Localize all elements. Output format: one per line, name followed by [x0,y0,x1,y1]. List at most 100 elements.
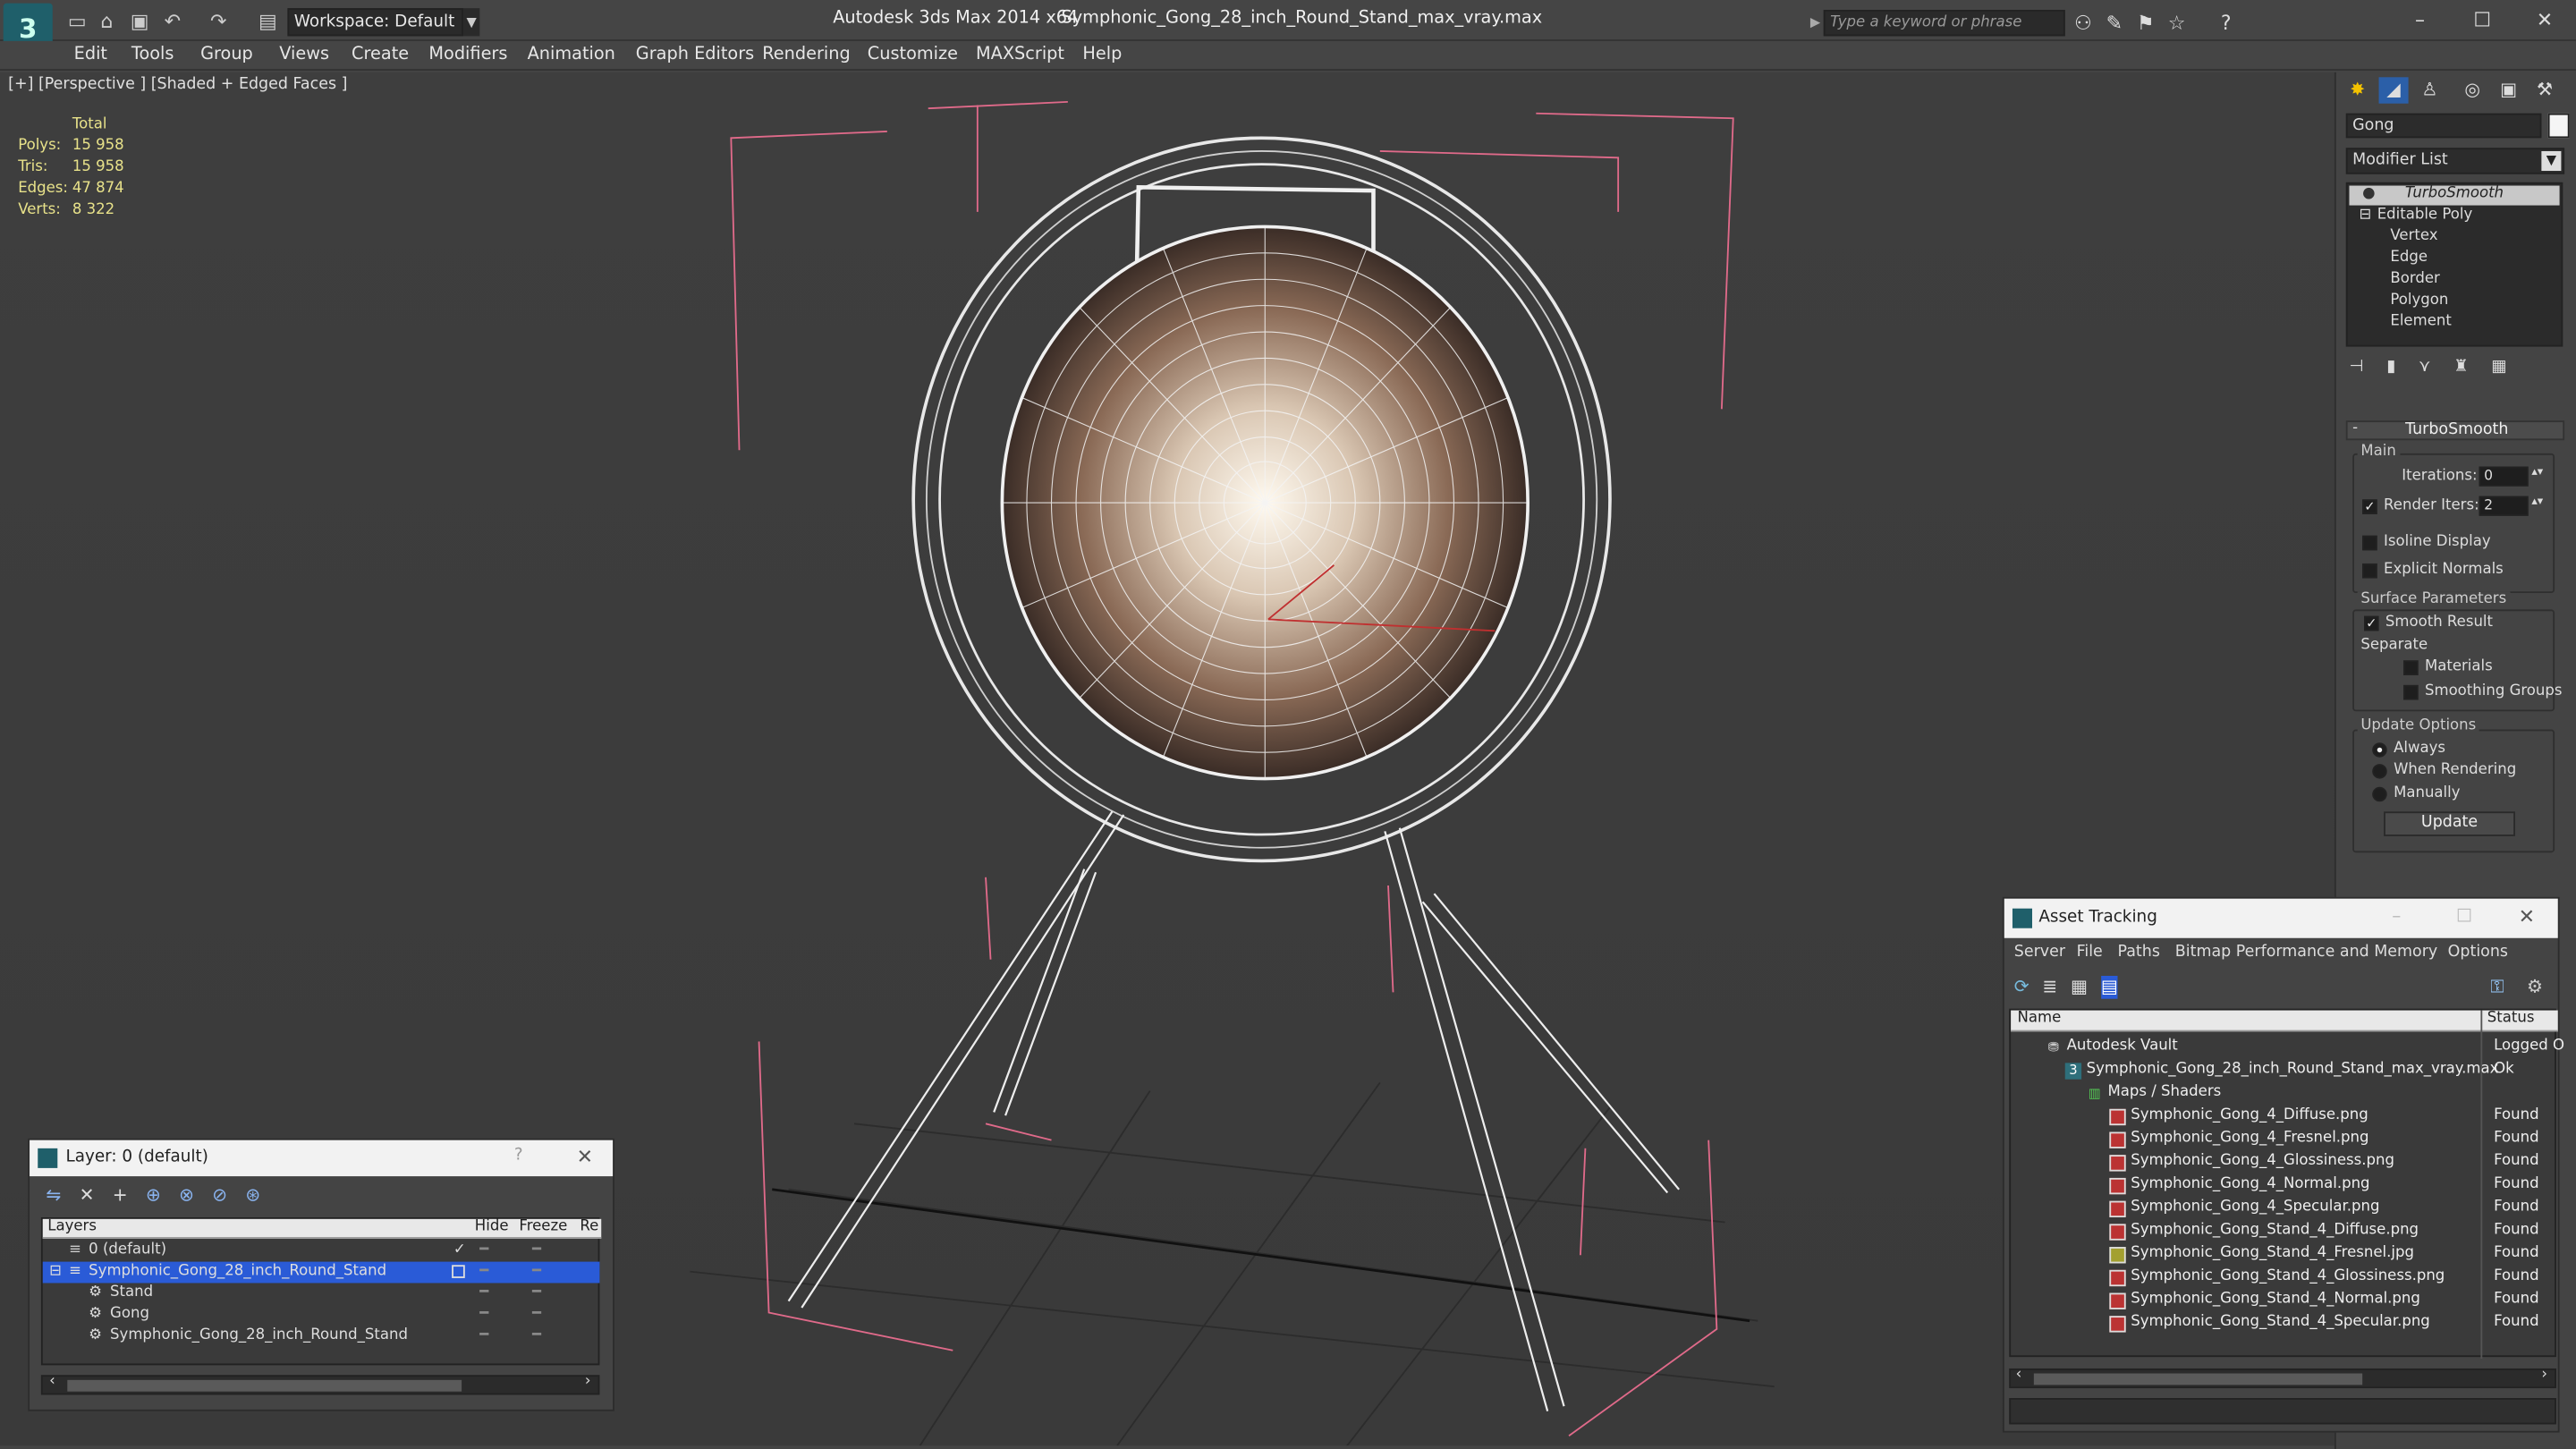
scrollbar-thumb[interactable] [2033,1373,2363,1385]
asset-row[interactable]: Symphonic_Gong_4_Specular.png Found [2019,1198,2561,1221]
spinner-arrows-icon[interactable]: ▴▾ [2531,465,2543,479]
project-folder-icon[interactable]: ▤ [257,10,280,33]
display-tab-icon[interactable]: ▣ [2494,77,2523,103]
stack-item-turbosmooth[interactable]: TurboSmooth [2405,186,2504,202]
remove-modifier-icon[interactable]: ♜ [2453,358,2468,381]
asset-row[interactable]: Symphonic_Gong_4_Diffuse.png Found [2019,1106,2561,1129]
redo-icon[interactable]: ↷ [207,10,230,33]
asset-row[interactable]: 3 Symphonic_Gong_28_inch_Round_Stand_max_… [2019,1060,2561,1083]
scroll-right-icon[interactable]: › [585,1373,591,1389]
freeze-toggle[interactable]: ━ [532,1283,541,1304]
motion-tab-icon[interactable]: ◎ [2458,77,2487,103]
new-file-icon[interactable]: ▭ [65,10,89,33]
hide-toggle[interactable]: ━ [479,1262,488,1284]
table-view-icon[interactable]: ▤ [2100,975,2118,999]
grid-view-icon[interactable]: ▦ [2071,976,2088,999]
pin-stack-icon[interactable]: ⊣ [2349,358,2363,381]
asset-path-field[interactable] [2009,1398,2556,1425]
column-name[interactable]: Name [2017,1011,2061,1027]
asset-tracking-title[interactable]: Asset Tracking [2004,898,2558,938]
current-layer-check-icon[interactable]: ✓ [453,1241,466,1262]
menu-tools[interactable]: Tools [131,45,174,64]
scroll-right-icon[interactable]: › [2541,1367,2547,1383]
undo-icon[interactable]: ↶ [161,10,184,33]
modifier-stack[interactable]: ● TurboSmooth ⊟ Editable Poly Vertex Edg… [2345,182,2563,347]
stack-item-polygon[interactable]: Polygon [2390,292,2448,309]
chevron-down-icon[interactable]: ▼ [2541,150,2562,172]
highlight-selected-icon[interactable]: ⊗ [179,1184,194,1208]
layer-row-selected[interactable]: ⊟ ≡ Symphonic_Gong_28_inch_Round_Stand ━… [42,1261,600,1284]
make-unique-icon[interactable]: ⋎ [2419,358,2430,381]
play-icon[interactable]: ▶ [1807,10,1823,36]
help-icon[interactable]: ? [2215,12,2238,35]
modify-tab-icon[interactable]: ◢ [2378,77,2409,104]
lightbulb-icon[interactable]: ● [2362,186,2375,202]
menu-bitmap-performance[interactable]: Bitmap Performance and Memory [2175,943,2437,961]
scroll-left-icon[interactable]: ‹ [49,1373,55,1389]
turbosmooth-rollout-header[interactable]: - TurboSmooth [2345,420,2565,441]
close-icon[interactable]: ✕ [577,1145,593,1168]
freeze-toggle[interactable]: ━ [532,1262,541,1284]
manually-radio[interactable] [2372,786,2387,802]
column-freeze[interactable]: Freeze [519,1219,567,1235]
favorites-star-icon[interactable]: ☆ [2165,12,2189,35]
add-to-layer-icon[interactable]: + [113,1184,128,1208]
hide-toggle[interactable]: ━ [479,1304,488,1326]
close-icon[interactable]: ✕ [2529,6,2562,32]
horizontal-scrollbar[interactable]: ‹ › [40,1373,600,1395]
column-status[interactable]: Status [2487,1011,2535,1027]
chevron-down-icon[interactable]: ▼ [462,8,480,37]
hide-toggle[interactable]: ━ [479,1241,488,1262]
menu-modifiers[interactable]: Modifiers [428,45,507,64]
column-render[interactable]: Re [580,1219,598,1235]
menu-animation[interactable]: Animation [528,45,615,64]
menu-graph-editors[interactable]: Graph Editors [636,45,754,64]
isoline-display-checkbox[interactable] [2362,535,2377,551]
asset-row[interactable]: Symphonic_Gong_Stand_4_Diffuse.png Found [2019,1221,2561,1244]
menu-help[interactable]: Help [1082,45,1122,64]
stack-item-vertex[interactable]: Vertex [2390,228,2437,244]
refresh-icon[interactable]: ⟳ [2014,976,2029,999]
horizontal-scrollbar[interactable]: ‹ › [2009,1367,2556,1389]
layer-row[interactable]: ⚙ Gong ━ ━ [43,1304,600,1326]
stack-item-edge[interactable]: Edge [2390,250,2428,266]
close-icon[interactable]: ✕ [2519,905,2535,928]
menu-maxscript[interactable]: MAXScript [976,45,1064,64]
delete-layer-icon[interactable]: ✕ [80,1184,95,1208]
spinner-arrows-icon[interactable]: ▴▾ [2531,495,2543,508]
maximize-icon[interactable]: ☐ [2456,905,2472,927]
smooth-result-checkbox[interactable]: ✓ [2364,615,2379,631]
always-radio[interactable] [2372,742,2387,758]
render-iters-spinner[interactable]: 2 [2479,496,2529,516]
scrollbar-thumb[interactable] [67,1379,462,1392]
hide-toggle[interactable]: ━ [479,1283,488,1304]
layer-window-title[interactable]: Layer: 0 (default) [30,1140,614,1177]
collapse-toggle-icon[interactable]: ⊟ [2360,207,2372,223]
hide-toggle[interactable]: ━ [479,1326,488,1347]
stack-item-editable-poly[interactable]: Editable Poly [2377,207,2473,223]
menu-rendering[interactable]: Rendering [762,45,850,64]
smoothing-groups-checkbox[interactable] [2403,684,2419,700]
asset-row[interactable]: Symphonic_Gong_Stand_4_Normal.png Found [2019,1290,2561,1313]
asset-row[interactable]: Symphonic_Gong_4_Normal.png Found [2019,1174,2561,1198]
create-layer-icon[interactable]: ⇋ [46,1184,61,1208]
vault-settings-icon[interactable]: ⚙ [2527,976,2543,997]
modifier-list-dropdown[interactable]: Modifier List [2345,148,2565,174]
stack-item-element[interactable]: Element [2390,314,2451,330]
iterations-spinner[interactable]: 0 [2479,466,2529,487]
freeze-toggle[interactable]: ━ [532,1241,541,1262]
layer-row[interactable]: ≡ 0 (default) ✓ ━ ━ [43,1241,600,1262]
asset-row[interactable]: ▥ Maps / Shaders [2019,1082,2561,1106]
column-layers[interactable]: Layers [47,1219,97,1235]
subscription-icon[interactable]: ⚑ [2134,12,2157,35]
menu-paths[interactable]: Paths [2118,943,2160,961]
hide-all-icon[interactable]: ⊘ [212,1184,227,1208]
column-hide[interactable]: Hide [475,1219,509,1235]
menu-edit[interactable]: Edit [74,45,107,64]
asset-row[interactable]: Symphonic_Gong_Stand_4_Specular.png Found [2019,1313,2561,1336]
hierarchy-tab-icon[interactable]: ♙ [2415,77,2445,103]
menu-file[interactable]: File [2077,943,2103,961]
layer-row[interactable]: ⚙ Stand ━ ━ [43,1283,600,1304]
communication-center-icon[interactable]: ✎ [2103,12,2126,35]
show-end-result-icon[interactable]: ▮ [2386,358,2395,381]
